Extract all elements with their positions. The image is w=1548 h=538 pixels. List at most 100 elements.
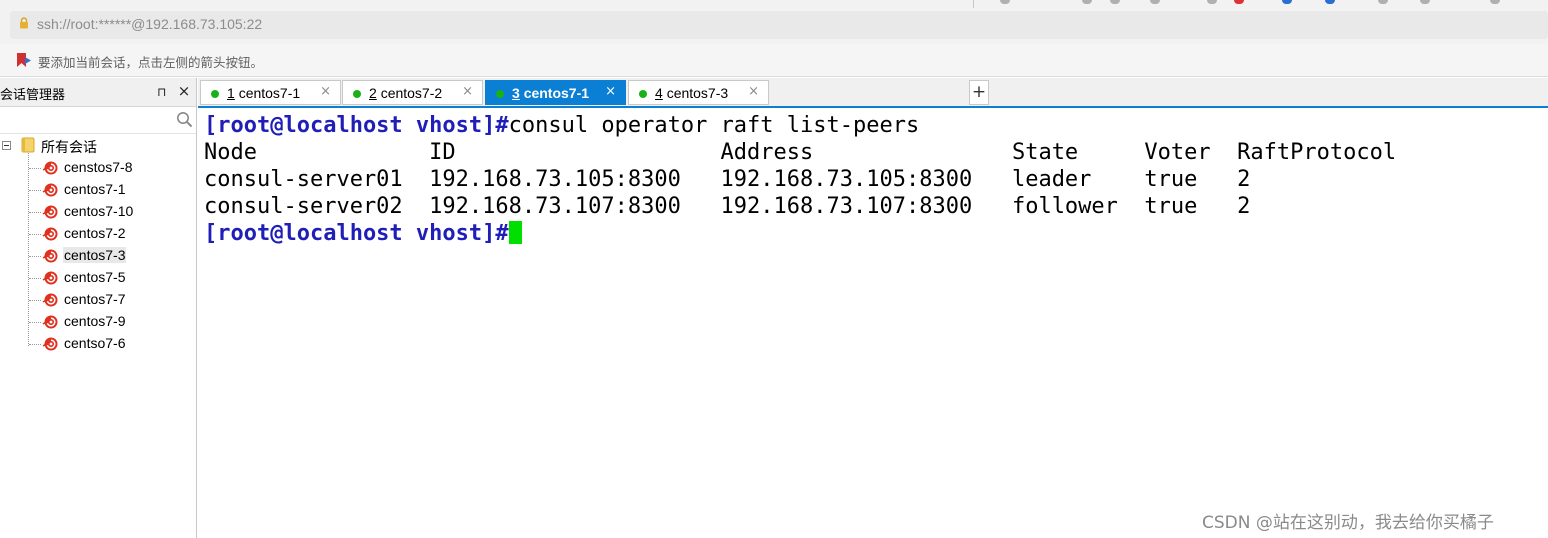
close-icon[interactable]: × — [177, 82, 191, 100]
tab-number: 1 — [227, 85, 235, 101]
terminal-output-row: consul-server02 192.168.73.107:8300 192.… — [204, 194, 1251, 219]
tab-label: 4 centos7-3 — [655, 85, 728, 101]
connected-status-icon — [211, 90, 219, 98]
collapse-icon[interactable] — [2, 141, 11, 150]
toolbar-icon[interactable] — [1000, 0, 1010, 4]
pin-icon[interactable]: ⊓ — [157, 85, 169, 99]
terminal-prompt-line: [root@localhost vhost]# — [204, 220, 522, 247]
tab-label: 1 centos7-1 — [227, 85, 300, 101]
folder-icon — [21, 137, 35, 153]
toolbar-icon[interactable] — [1378, 0, 1388, 4]
tree-branch-line — [29, 212, 41, 213]
terminal-command-line: [root@localhost vhost]#consul operator r… — [204, 112, 919, 139]
tab-session-name: centos7-1 — [238, 85, 301, 101]
tab-number: 2 — [369, 85, 377, 101]
toolbar-icon[interactable] — [1110, 0, 1120, 4]
tab-3[interactable]: 3 centos7-1 × — [485, 80, 626, 105]
tab-number: 3 — [512, 85, 520, 101]
session-item-label: centos7-2 — [64, 225, 126, 241]
tab-session-name: centos7-1 — [523, 85, 590, 101]
terminal-command: consul operator raft list-peers — [508, 113, 920, 138]
tree-branch-line — [29, 234, 41, 235]
tab-session-name: centos7-2 — [380, 85, 443, 101]
toolbar-icon[interactable] — [1282, 0, 1292, 4]
new-tab-button[interactable]: + — [969, 80, 989, 105]
session-swirl-icon — [42, 315, 58, 329]
session-item-label: centso7-6 — [64, 335, 126, 351]
tab-close-icon[interactable]: × — [320, 84, 331, 100]
address-text[interactable]: ssh://root:******@192.168.73.105:22 — [37, 16, 262, 32]
hint-bar: 要添加当前会话，点击左侧的箭头按钮。 — [0, 44, 1548, 77]
address-bar[interactable]: ssh://root:******@192.168.73.105:22 — [10, 11, 1548, 39]
tree-root-label: 所有会话 — [41, 140, 97, 156]
session-item[interactable]: centos7-1 — [0, 179, 196, 201]
tab-1[interactable]: 1 centos7-1 × — [200, 80, 341, 105]
connected-status-icon — [353, 90, 361, 98]
session-item-label: centos7-7 — [64, 291, 126, 307]
terminal-output-row: consul-server01 192.168.73.105:8300 192.… — [204, 167, 1251, 192]
terminal-pane[interactable]: [root@localhost vhost]#consul operator r… — [198, 108, 1548, 538]
session-item-label: centos7-10 — [64, 203, 134, 219]
session-item[interactable]: centos7-3 — [0, 245, 196, 267]
tab-number: 4 — [655, 85, 663, 101]
session-item[interactable]: centos7-10 — [0, 201, 196, 223]
session-swirl-icon — [42, 249, 58, 263]
tree-branch-line — [29, 168, 41, 169]
session-manager-header: 会话管理器 ⊓ × — [0, 78, 196, 107]
hint-text: 要添加当前会话，点击左侧的箭头按钮。 — [38, 55, 264, 70]
connected-status-icon — [639, 90, 647, 98]
session-item[interactable]: centos7-5 — [0, 267, 196, 289]
session-swirl-icon — [42, 161, 58, 175]
session-search-input[interactable] — [0, 107, 196, 134]
toolbar-icon[interactable] — [1082, 0, 1092, 4]
session-item[interactable]: centos7-9 — [0, 311, 196, 333]
toolbar-separator — [973, 0, 974, 8]
session-item-label: centos7-5 — [64, 269, 126, 285]
session-swirl-icon — [42, 293, 58, 307]
tree-branch-line — [29, 344, 41, 345]
tree-branch-line — [29, 300, 41, 301]
toolbar-icon[interactable] — [1234, 0, 1244, 4]
session-swirl-icon — [42, 205, 58, 219]
tab-close-icon[interactable]: × — [748, 84, 759, 100]
search-icon[interactable] — [176, 111, 193, 128]
session-item[interactable]: centos7-2 — [0, 223, 196, 245]
tab-close-icon[interactable]: × — [462, 84, 473, 100]
tab-label: 3 centos7-1 — [512, 85, 589, 101]
session-swirl-icon — [42, 271, 58, 285]
tree-root-all-sessions[interactable]: 所有会话 — [0, 135, 196, 157]
session-swirl-icon — [42, 227, 58, 241]
toolbar-icon[interactable] — [1490, 0, 1500, 4]
bookmark-flag-icon[interactable] — [16, 52, 32, 68]
toolbar-icon[interactable] — [1325, 0, 1335, 4]
session-item[interactable]: centso7-6 — [0, 333, 196, 355]
session-item[interactable]: censtos7-8 — [0, 157, 196, 179]
session-swirl-icon — [42, 337, 58, 351]
tab-label: 2 centos7-2 — [369, 85, 442, 101]
session-item[interactable]: centos7-7 — [0, 289, 196, 311]
session-manager-title: 会话管理器 — [0, 88, 66, 103]
tree-branch-line — [29, 190, 41, 191]
tree-branch-line — [29, 256, 41, 257]
tab-2[interactable]: 2 centos7-2 × — [342, 80, 483, 105]
terminal-header-line: Node ID Address State Voter RaftProtocol — [204, 140, 1397, 165]
tab-bar: + 1 centos7-1 × 2 centos7-2 × 3 centos7-1 × 4 … — [198, 78, 1548, 106]
tab-close-icon[interactable]: × — [605, 84, 616, 100]
tab-session-name: centos7-3 — [666, 85, 729, 101]
session-item-label: centos7-1 — [64, 181, 126, 197]
toolbar-icon[interactable] — [1150, 0, 1160, 4]
toolbar-strip — [0, 0, 1548, 8]
toolbar-icon[interactable] — [1420, 0, 1430, 4]
watermark: CSDN @站在这别动，我去给你买橘子 — [1202, 513, 1494, 533]
session-item-label: censtos7-8 — [64, 159, 133, 175]
tree-branch-line — [29, 278, 41, 279]
connected-status-icon — [496, 90, 504, 98]
terminal-prompt: [root@localhost vhost]# — [204, 113, 509, 138]
session-swirl-icon — [42, 183, 58, 197]
session-manager-panel: 会话管理器 ⊓ × 所有会话 censtos7-8 centos7-1 centos… — [0, 78, 197, 538]
address-area: ssh://root:******@192.168.73.105:22 — [0, 8, 1548, 44]
tab-4[interactable]: 4 centos7-3 × — [628, 80, 769, 105]
tree-branch-line — [29, 322, 41, 323]
toolbar-icon[interactable] — [1207, 0, 1217, 4]
session-item-label: centos7-3 — [63, 247, 127, 263]
